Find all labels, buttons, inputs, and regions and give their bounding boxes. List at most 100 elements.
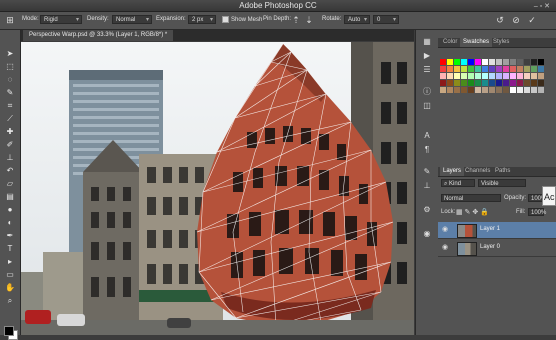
character-panel-icon[interactable]: A [421, 130, 433, 141]
adjustments-panel-icon[interactable]: ◫ [421, 100, 433, 111]
show-mesh-checkbox[interactable] [222, 16, 229, 23]
swatch[interactable] [496, 66, 502, 72]
swatch[interactable] [524, 66, 530, 72]
mode-select[interactable]: Rigid [40, 15, 82, 25]
swatch[interactable] [461, 73, 467, 79]
swatch[interactable] [531, 80, 537, 86]
swatch[interactable] [475, 59, 481, 65]
swatch[interactable] [475, 80, 481, 86]
swatch[interactable] [510, 66, 516, 72]
pen-tool-icon[interactable]: ✒ [3, 230, 17, 241]
move-tool-icon[interactable]: ➤ [3, 48, 17, 59]
paragraph-panel-icon[interactable]: ¶ [421, 144, 433, 155]
swatch[interactable] [482, 59, 488, 65]
swatch[interactable] [468, 66, 474, 72]
swatch[interactable] [489, 80, 495, 86]
swatch[interactable] [503, 73, 509, 79]
swatch[interactable] [538, 87, 544, 93]
swatch[interactable] [517, 87, 523, 93]
swatch[interactable] [447, 66, 453, 72]
swatch[interactable] [531, 73, 537, 79]
crop-tool-icon[interactable]: ⌗ [3, 100, 17, 111]
swatch[interactable] [510, 87, 516, 93]
rotate-angle-field[interactable]: 0 [373, 15, 399, 25]
swatch[interactable] [524, 80, 530, 86]
swatch[interactable] [461, 66, 467, 72]
layer-name[interactable]: Layer 0 [480, 244, 500, 250]
commit-icon[interactable]: ✓ [527, 15, 537, 25]
swatch[interactable] [461, 87, 467, 93]
swatch[interactable] [510, 59, 516, 65]
swatch[interactable] [503, 87, 509, 93]
healing-brush-tool-icon[interactable]: ✚ [3, 126, 17, 137]
zoom-tool-icon[interactable]: ⌕ [3, 295, 17, 306]
blur-tool-icon[interactable]: ● [3, 204, 17, 215]
swatch[interactable] [482, 66, 488, 72]
swatch[interactable] [454, 59, 460, 65]
swatch[interactable] [468, 87, 474, 93]
swatch[interactable] [503, 66, 509, 72]
history-brush-tool-icon[interactable]: ↶ [3, 165, 17, 176]
rotate-select[interactable]: Auto [344, 15, 370, 25]
eraser-tool-icon[interactable]: ▱ [3, 178, 17, 189]
swatch[interactable] [524, 59, 530, 65]
properties-panel-icon[interactable]: ☰ [421, 64, 433, 75]
lock-icons[interactable]: ▦ ✎ ✥ 🔒 [456, 208, 489, 216]
layer-filter-select[interactable]: ⌕ Kind [441, 179, 475, 187]
gradient-tool-icon[interactable]: ▤ [3, 191, 17, 202]
swatch[interactable] [454, 66, 460, 72]
tab-swatches[interactable]: Swatches [460, 38, 493, 47]
swatch[interactable] [475, 87, 481, 93]
swatch[interactable] [440, 87, 446, 93]
brush-panel-icon[interactable]: ✎ [421, 166, 433, 177]
cancel-icon[interactable]: ⊘ [511, 15, 521, 25]
swatch[interactable] [517, 66, 523, 72]
swatch[interactable] [538, 73, 544, 79]
pin-backward-icon[interactable]: ⇣ [304, 15, 314, 25]
document-canvas[interactable] [21, 42, 414, 335]
swatch[interactable] [454, 80, 460, 86]
swatch[interactable] [496, 59, 502, 65]
swatch[interactable] [482, 80, 488, 86]
swatch[interactable] [496, 73, 502, 79]
layer-row-layer-0[interactable]: ◉ Layer 0 [438, 240, 556, 257]
swatch[interactable] [475, 66, 481, 72]
type-tool-icon[interactable]: T [3, 243, 17, 254]
swatch[interactable] [454, 73, 460, 79]
swatch[interactable] [454, 87, 460, 93]
swatch[interactable] [489, 59, 495, 65]
swatch[interactable] [482, 73, 488, 79]
document-tab[interactable]: Perspective Warp.psd @ 33.3% (Layer 1, R… [23, 30, 174, 41]
brush-tool-icon[interactable]: ✐ [3, 139, 17, 150]
swatch[interactable] [440, 73, 446, 79]
swatch[interactable] [461, 80, 467, 86]
reset-icon[interactable]: ↺ [495, 15, 505, 25]
window-controls[interactable]: – ▫ ✕ [534, 2, 550, 10]
close-icon[interactable]: ✕ [544, 3, 550, 10]
quick-select-tool-icon[interactable]: ✎ [3, 87, 17, 98]
fill-field[interactable]: 100% [528, 208, 546, 216]
swatch[interactable] [468, 80, 474, 86]
tab-layers[interactable]: Layers [440, 167, 465, 176]
swatch[interactable] [538, 66, 544, 72]
swatch[interactable] [447, 59, 453, 65]
shape-tool-icon[interactable]: ▭ [3, 269, 17, 280]
path-selection-tool-icon[interactable]: ▸ [3, 256, 17, 267]
tool-presets-panel-icon[interactable]: ⚙ [421, 204, 433, 215]
swatch[interactable] [482, 87, 488, 93]
tab-styles[interactable]: Styles [490, 38, 512, 47]
3d-panel-icon[interactable]: ◉ [421, 228, 433, 239]
swatch[interactable] [447, 73, 453, 79]
swatch[interactable] [489, 87, 495, 93]
swatch[interactable] [524, 73, 530, 79]
swatch[interactable] [496, 80, 502, 86]
clone-source-panel-icon[interactable]: ⊥ [421, 180, 433, 191]
pin-forward-icon[interactable]: ⇡ [291, 15, 301, 25]
swatch[interactable] [517, 73, 523, 79]
swatch[interactable] [496, 87, 502, 93]
swatch[interactable] [531, 87, 537, 93]
show-mesh-option[interactable]: Show Mesh [222, 16, 262, 23]
swatch[interactable] [489, 66, 495, 72]
swatch[interactable] [475, 73, 481, 79]
swatch[interactable] [538, 59, 544, 65]
